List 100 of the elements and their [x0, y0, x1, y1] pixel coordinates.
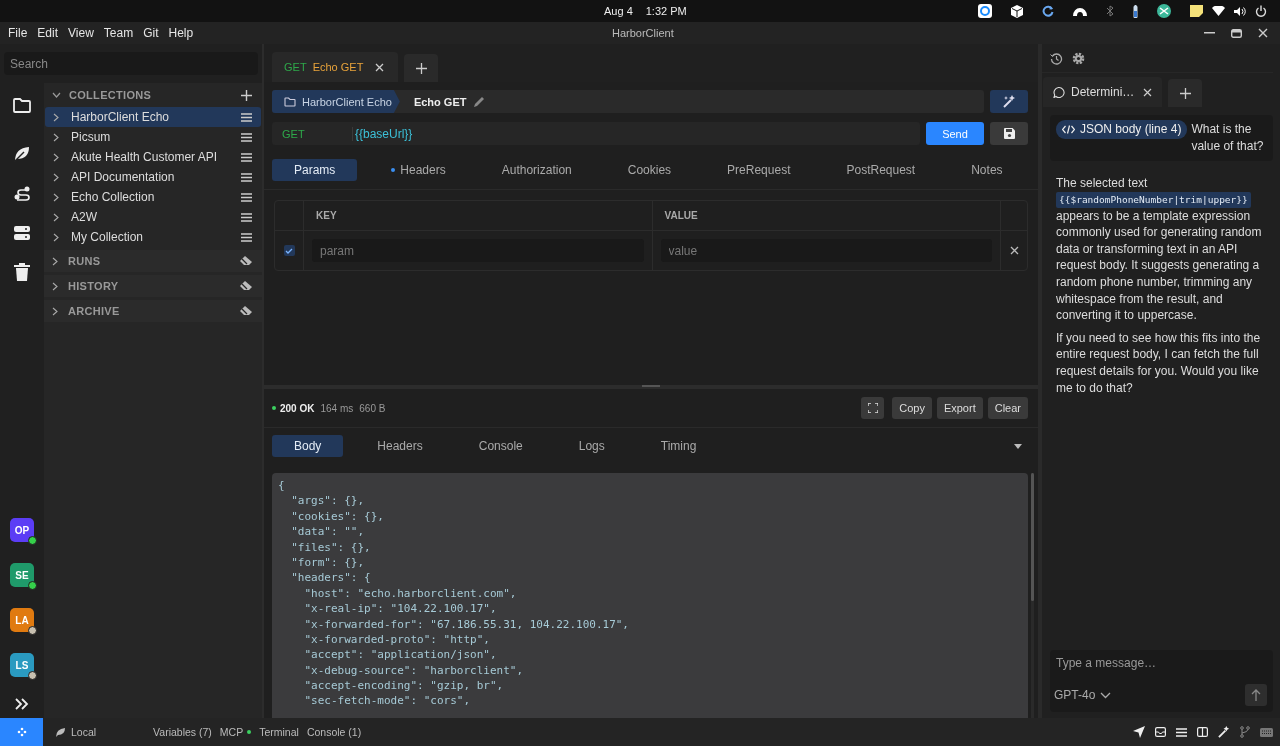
trash-icon[interactable] [14, 263, 30, 281]
list-icon[interactable] [1176, 727, 1187, 737]
collection-item[interactable]: Echo Collection [45, 187, 261, 207]
columns-icon[interactable] [1197, 727, 1208, 737]
workspace-avatar[interactable]: SE [10, 563, 34, 587]
new-chat-button[interactable] [1168, 79, 1202, 107]
collection-item[interactable]: Picsum [45, 127, 261, 147]
tab[interactable]: Body [272, 435, 344, 457]
server-icon[interactable] [13, 225, 31, 241]
tab[interactable]: Notes [949, 159, 1025, 181]
eraser-icon[interactable] [240, 281, 252, 291]
maximize-icon[interactable] [1231, 28, 1242, 38]
sync-icon[interactable] [978, 4, 992, 18]
chevron-icon[interactable] [52, 92, 61, 98]
key-field[interactable]: param [312, 239, 644, 262]
workspace-avatar[interactable]: OP [10, 518, 34, 542]
collection-item[interactable]: API Documentation [45, 167, 261, 187]
tab[interactable]: Cookies [605, 159, 694, 181]
menu-item[interactable]: Help [168, 26, 194, 40]
chat-tab[interactable]: Determini… [1043, 77, 1162, 107]
value-field[interactable]: value [660, 239, 992, 262]
magic-wand-button[interactable] [990, 90, 1028, 113]
menu-item[interactable]: Team [103, 26, 134, 40]
menu-icon[interactable] [241, 112, 252, 122]
toolbar-button[interactable]: Export [936, 397, 983, 419]
section-header[interactable]: RUNS [44, 250, 262, 272]
status-item[interactable]: MCP [219, 726, 252, 738]
delete-icon[interactable] [1009, 246, 1019, 255]
tab[interactable]: Logs [556, 435, 627, 457]
close-icon[interactable] [375, 62, 385, 72]
battery-icon[interactable] [1133, 4, 1138, 18]
keyboard-icon[interactable] [1260, 727, 1273, 737]
url-field[interactable]: GET {{baseUrl}} [272, 122, 920, 145]
menu-icon[interactable] [241, 212, 252, 222]
status-item[interactable]: Variables (7) [153, 726, 212, 738]
history-icon[interactable] [1050, 51, 1063, 65]
settings-icon[interactable] [1072, 51, 1085, 65]
tab[interactable]: Authorization [479, 159, 594, 181]
fullscreen-button[interactable] [861, 397, 885, 419]
save-button[interactable] [990, 122, 1028, 145]
message-field[interactable]: Type a message… [1054, 656, 1271, 670]
request-tab[interactable]: GET Echo GET [272, 52, 399, 82]
context-chip[interactable]: JSON body (line 4) [1056, 120, 1188, 139]
route-icon[interactable] [13, 185, 31, 203]
menu-icon[interactable] [241, 152, 252, 162]
refresh-icon[interactable] [1042, 5, 1054, 17]
eraser-icon[interactable] [240, 256, 252, 266]
menu-icon[interactable] [241, 132, 252, 142]
menu-item[interactable]: Edit [37, 26, 59, 40]
tab[interactable]: Headers [369, 159, 468, 181]
menu-icon[interactable] [241, 232, 252, 242]
collection-item[interactable]: HarborClient Echo [45, 107, 261, 127]
toolbar-button[interactable]: Clear [987, 397, 1028, 419]
send-button[interactable]: Send [926, 122, 984, 145]
power-icon[interactable] [1255, 5, 1267, 17]
new-tab-button[interactable] [404, 54, 439, 82]
cube-icon[interactable] [1011, 4, 1023, 18]
section-header[interactable]: HISTORY [44, 275, 262, 297]
breadcrumb-link[interactable]: HarborClient Echo [272, 90, 400, 113]
menu-item[interactable]: Git [143, 26, 159, 40]
search-field[interactable]: Search [4, 52, 258, 75]
menu-item[interactable]: File [8, 26, 28, 40]
inbox-icon[interactable] [1155, 727, 1166, 737]
menu-icon[interactable] [241, 172, 252, 182]
tab[interactable]: PreRequest [705, 159, 813, 181]
arch-icon[interactable] [1073, 6, 1087, 16]
tab[interactable]: PostRequest [824, 159, 938, 181]
tab[interactable]: Params [272, 159, 358, 181]
magic-wand-icon[interactable] [1218, 726, 1230, 738]
menu-item[interactable]: View [68, 26, 94, 40]
pencil-icon[interactable] [474, 96, 486, 107]
leaf-icon[interactable] [13, 145, 31, 163]
model-selector[interactable]: GPT-4o [1054, 688, 1112, 702]
minimize-icon[interactable] [1204, 32, 1215, 34]
bluetooth-icon[interactable] [1106, 5, 1114, 17]
wifi-icon[interactable] [1212, 6, 1225, 16]
tab[interactable]: Headers [355, 435, 445, 457]
environment-selector[interactable]: Local [55, 726, 97, 738]
status-item[interactable]: Terminal [259, 726, 299, 738]
collection-item[interactable]: Akute Health Customer API [45, 147, 261, 167]
checkbox[interactable] [283, 245, 295, 256]
branch-icon[interactable] [1240, 726, 1250, 738]
volume-icon[interactable] [1234, 5, 1246, 17]
add-icon[interactable] [241, 89, 252, 101]
expand-icon[interactable] [15, 698, 29, 710]
toolbar-button[interactable]: Copy [892, 397, 932, 419]
close-icon[interactable] [1143, 87, 1152, 97]
tab[interactable]: Timing [638, 435, 719, 457]
collection-item[interactable]: My Collection [45, 227, 261, 247]
send-icon[interactable] [1133, 726, 1145, 738]
tab[interactable]: Console [456, 435, 545, 457]
close-icon[interactable] [1258, 28, 1268, 38]
collection-item[interactable]: A2W [45, 207, 261, 227]
eraser-icon[interactable] [240, 306, 252, 316]
section-header[interactable]: ARCHIVE [44, 300, 262, 322]
caret-icon[interactable] [1014, 443, 1022, 449]
status-item[interactable]: Console (1) [306, 726, 362, 738]
send-message-button[interactable] [1245, 684, 1267, 706]
menu-icon[interactable] [241, 192, 252, 202]
note-icon[interactable] [1190, 5, 1203, 17]
